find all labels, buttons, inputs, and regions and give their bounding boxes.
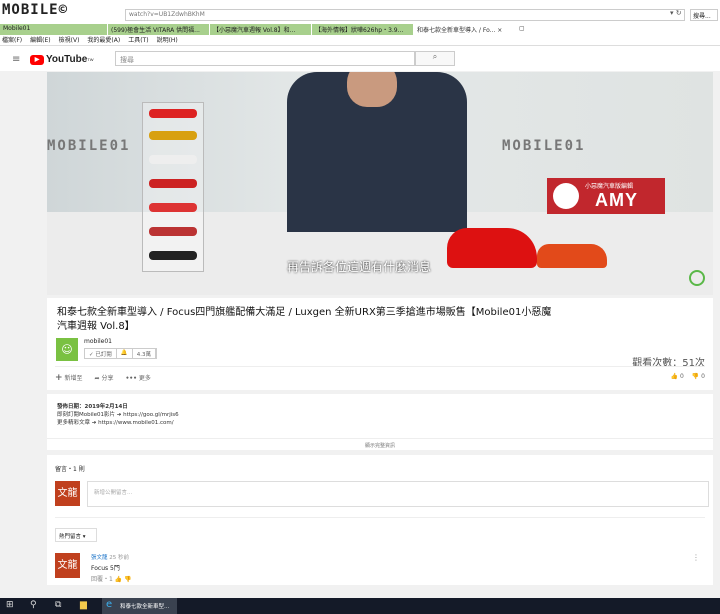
model-car [149, 227, 197, 236]
devil-logo-icon [553, 183, 579, 209]
model-car-shelf [142, 102, 204, 272]
menu-tools[interactable]: 工具(T) [128, 35, 148, 45]
share-icon: ➦ [94, 375, 100, 382]
commenter-avatar[interactable]: 文龍 [55, 553, 80, 578]
tab-mobile01[interactable]: Mobile01 [0, 24, 108, 35]
description-line[interactable]: 即刻訂閱Mobile01影片 ➔ https://goo.gl/mrjis6 [57, 410, 179, 418]
reply-button[interactable]: 回覆・1 [91, 576, 113, 583]
subscribe-button[interactable]: ✓ 已訂閱 🔔 4.3萬 [84, 348, 157, 359]
search-button[interactable]: ⌕ [415, 51, 455, 66]
youtube-search-input[interactable]: 搜尋 [115, 51, 415, 66]
browser-search-input[interactable]: 搜尋... [690, 9, 718, 21]
region-label: TW [87, 57, 94, 62]
video-watermark: MOBILE01 [502, 138, 586, 154]
refresh-icon[interactable]: ▾ ↻ [670, 9, 682, 17]
plus-icon: + [55, 373, 63, 383]
hamburger-menu-icon[interactable]: ≡ [12, 54, 20, 65]
bell-icon[interactable]: 🔔 [117, 349, 133, 358]
tab-current-video[interactable]: 和泰七款全新車型導入 / Fo... × [414, 24, 516, 35]
video-subtitle: 再告訴各位這週有什麼消息 [287, 260, 432, 274]
search-icon: ⌕ [432, 52, 438, 61]
user-avatar: 文龍 [55, 481, 80, 506]
menu-file[interactable]: 檔案(F) [2, 35, 22, 45]
comment-text: Focus 5門 [91, 565, 120, 572]
subscribed-label[interactable]: ✓ 已訂閱 [85, 349, 117, 358]
address-bar-area: MOBILE© watch?v=UB1ZdwhBKhM ▾ ↻ 搜尋... [0, 0, 720, 24]
video-info-card: 和泰七款全新車型導入 / Focus四門旗艦配備大滿足 / Luxgen 全新U… [47, 298, 713, 390]
model-car [149, 179, 197, 188]
red-model-car [447, 228, 537, 268]
publish-date: 發佈日期：2019年2月14日 [57, 404, 128, 410]
comment-menu-icon[interactable]: ⋮ [692, 553, 700, 562]
comment-count: 留言・1 則 [55, 466, 85, 473]
youtube-logo[interactable]: ▶ YouTube TW [30, 54, 94, 65]
youtube-header: ≡ ▶ YouTube TW 搜尋 ⌕ [0, 46, 720, 71]
comment-dislike-icon[interactable]: 👎 [124, 576, 131, 583]
channel-avatar[interactable]: ☺ [56, 338, 78, 361]
model-car [149, 203, 197, 212]
menu-help[interactable]: 說明(H) [157, 35, 178, 45]
dislike-button[interactable]: 👎 0 [692, 373, 705, 380]
menu-bar: 檔案(F) 編輯(E) 檢視(V) 我的最愛(A) 工具(T) 說明(H) [0, 35, 720, 46]
model-car [149, 109, 197, 118]
model-car [149, 251, 197, 260]
file-explorer-icon[interactable]: ▆ [80, 600, 87, 610]
check-logo-icon [689, 270, 705, 286]
youtube-wordmark: YouTube [46, 54, 88, 65]
share-button[interactable]: ➦ 分享 [94, 373, 113, 383]
video-player[interactable]: MOBILE01 MOBILE01 小惡魔汽車版編輯 AMY 再告訴各位這週有什… [47, 72, 713, 295]
comments-card: 留言・1 則 文龍 新增公開留言... 熱門留言 ▾ 文龍 張文龍 25 秒前 … [47, 455, 713, 585]
more-button[interactable]: ••• 更多 [125, 373, 150, 383]
menu-edit[interactable]: 編輯(E) [30, 35, 50, 45]
video-title: 和泰七款全新車型導入 / Focus四門旗艦配備大滿足 / Luxgen 全新U… [57, 307, 552, 332]
new-tab-button[interactable]: ▢ [516, 24, 528, 35]
comment-like-icon[interactable]: 👍 [115, 576, 122, 583]
video-watermark: MOBILE01 [47, 138, 131, 154]
description-line[interactable]: 更多精彩文章 ➔ https://www.mobile01.com/ [57, 418, 174, 426]
thumbs-up-icon: 👍 [670, 373, 679, 380]
editor-badge: 小惡魔汽車版編輯 AMY [547, 178, 665, 214]
tab-vitara[interactable]: (599)極會生活 VITARA 供問福... [108, 24, 210, 35]
like-button[interactable]: 👍 0 [671, 373, 684, 380]
rating-bar: 👍 0 👎 0 [671, 373, 705, 380]
windows-start-icon[interactable]: ⊞ [6, 600, 14, 610]
taskbar: ⊞ ⚲ ⧉ ▆ e 和泰七款全新車型... [0, 598, 720, 614]
menu-view[interactable]: 檢視(V) [59, 35, 80, 45]
tab-overseas[interactable]: 【海外情報】狀嘩626hp・3.9... [312, 24, 414, 35]
model-car [149, 155, 197, 164]
channel-name[interactable]: mobile01 [84, 338, 112, 345]
url-input[interactable]: watch?v=UB1ZdwhBKhM [125, 9, 685, 21]
model-car [149, 131, 197, 140]
internet-explorer-icon: e [106, 599, 113, 610]
tab-weekly[interactable]: 【小惡魔汽車週報 Vol.8】和... [210, 24, 312, 35]
tab-bar: Mobile01 (599)極會生活 VITARA 供問福... 【小惡魔汽車週… [0, 24, 720, 35]
orange-model-car [537, 244, 607, 268]
add-to-button[interactable]: + 新增至 [55, 373, 82, 383]
sort-comments-dropdown[interactable]: 熱門留言 ▾ [55, 528, 97, 542]
video-presenter-head [347, 72, 397, 107]
comment-author[interactable]: 張文龍 25 秒前 [91, 553, 129, 561]
badge-title: 小惡魔汽車版編輯 [585, 183, 634, 190]
show-more-button[interactable]: 顯示完整資訊 [47, 438, 713, 449]
badge-name: AMY [595, 190, 638, 210]
divider [55, 517, 705, 518]
taskbar-app-label: 和泰七款全新車型... [120, 604, 170, 610]
subscriber-count: 4.3萬 [133, 349, 156, 358]
menu-favorites[interactable]: 我的最愛(A) [87, 35, 120, 45]
divider [55, 366, 705, 367]
action-bar: + 新增至 ➦ 分享 ••• 更多 [55, 373, 151, 383]
mobile01-watermark-logo: MOBILE© [2, 2, 69, 18]
comment-time: 25 秒前 [109, 555, 130, 561]
ellipsis-icon: ••• [125, 375, 137, 382]
search-icon[interactable]: ⚲ [30, 600, 37, 610]
comment-input[interactable]: 新增公開留言... [87, 481, 709, 507]
taskbar-ie-app[interactable]: e 和泰七款全新車型... [102, 598, 177, 614]
description-card: 發佈日期：2019年2月14日 即刻訂閱Mobile01影片 ➔ https:/… [47, 394, 713, 450]
task-view-icon[interactable]: ⧉ [55, 600, 61, 610]
comment-actions: 回覆・1 👍 👎 [91, 574, 132, 583]
play-icon: ▶ [30, 54, 44, 65]
thumbs-down-icon: 👎 [691, 373, 700, 380]
